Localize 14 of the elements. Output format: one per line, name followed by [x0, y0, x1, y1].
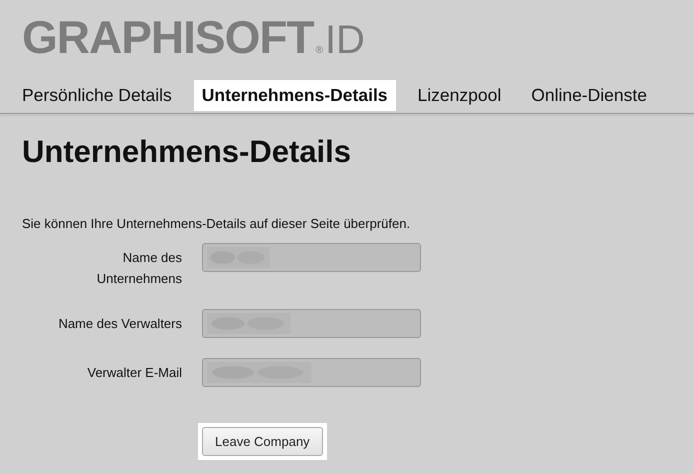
- tab[interactable]: Online-Dienste: [523, 80, 655, 111]
- tab[interactable]: Unternehmens-Details: [194, 80, 396, 111]
- field-label: Name des Verwalters: [57, 315, 182, 333]
- input-field[interactable]: [202, 309, 421, 338]
- intro-text: Sie können Ihre Unternehmens-Details auf dieser Seite überprüfen.: [22, 216, 412, 231]
- logo: GRAPHISOFT®ID: [22, 10, 365, 64]
- input-field[interactable]: [202, 243, 421, 272]
- tab[interactable]: Lizenzpool: [410, 80, 510, 111]
- field-label: Verwalter E-Mail: [86, 364, 182, 382]
- leave-company-button[interactable]: Leave Company: [202, 427, 323, 456]
- field-label: Name des Unternehmens: [96, 249, 182, 288]
- tab[interactable]: Persönliche Details: [14, 80, 180, 111]
- input-field[interactable]: [202, 358, 421, 387]
- page-heading: Unternehmens-Details: [22, 134, 352, 170]
